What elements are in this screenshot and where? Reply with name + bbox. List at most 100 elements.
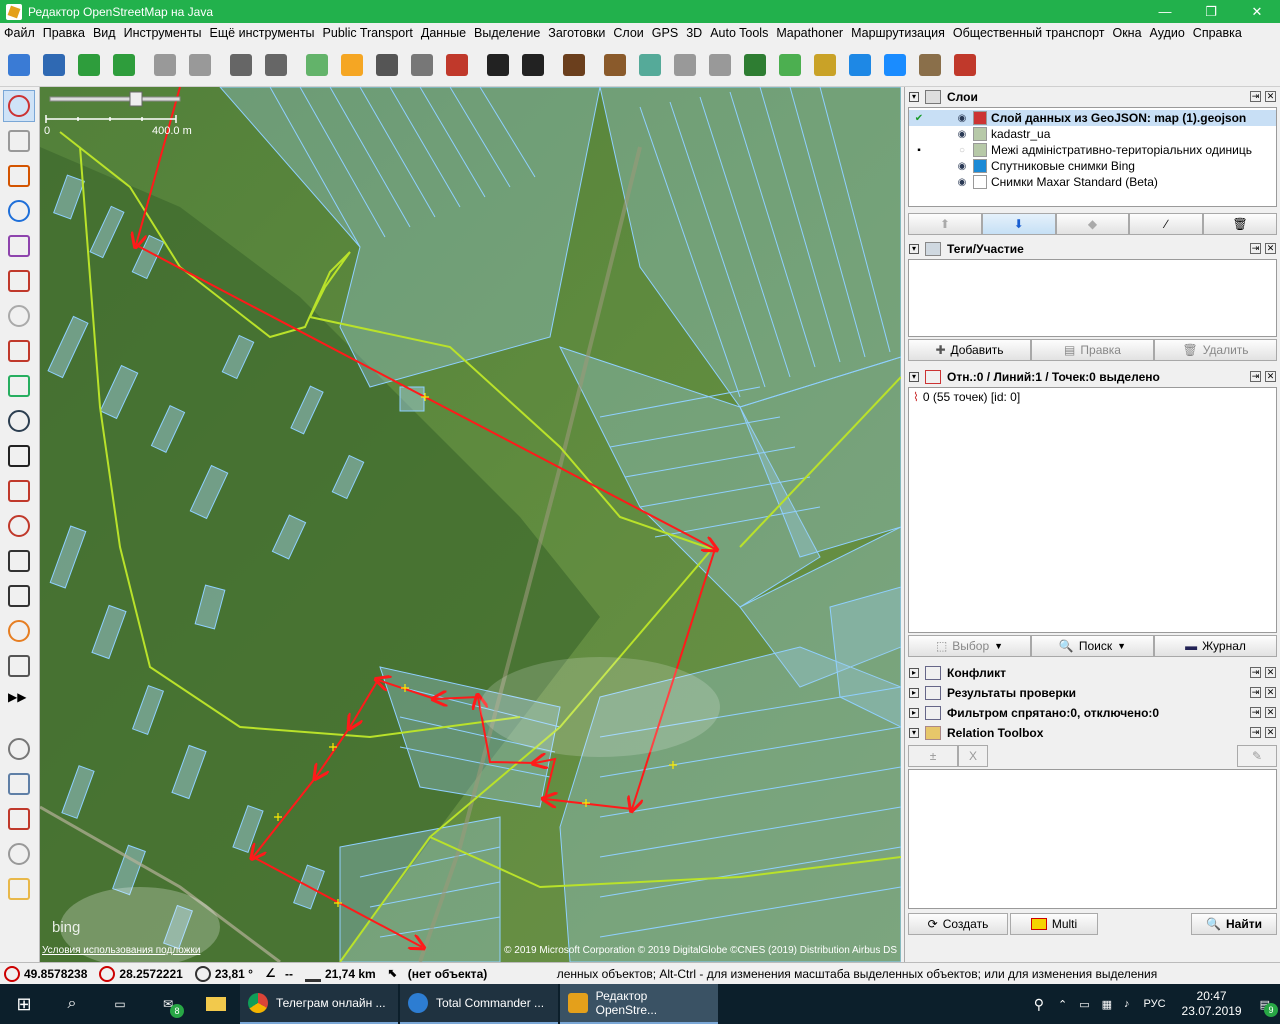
route-tool[interactable]: [3, 405, 35, 437]
save-button[interactable]: [39, 49, 69, 81]
layer-row[interactable]: ▪ ○ Межі адміністративно-територіальних од…: [909, 142, 1276, 158]
menu-item[interactable]: Маршрутизация: [847, 26, 949, 40]
add-tag-button[interactable]: ✚ Добавить: [908, 339, 1031, 361]
people-icon[interactable]: ⚲: [1034, 996, 1044, 1013]
select-tool[interactable]: [3, 90, 35, 122]
taskbar-item-telegram[interactable]: Телеграм онлайн ...: [240, 984, 398, 1024]
industrial-button[interactable]: [600, 49, 630, 81]
split-tool[interactable]: [3, 335, 35, 367]
menu-item[interactable]: Auto Tools: [706, 26, 772, 40]
task-view-button[interactable]: ▭: [96, 984, 144, 1024]
clock[interactable]: 20:47 23.07.2019: [1182, 989, 1242, 1019]
map-canvas[interactable]: [40, 87, 901, 962]
attribution-terms-link[interactable]: Условия использования подложки: [42, 945, 200, 956]
street-lamp-button[interactable]: [407, 49, 437, 81]
menu-item[interactable]: Заготовки: [544, 26, 609, 40]
close-icon[interactable]: ✕: [1265, 371, 1276, 382]
edit-tag-button[interactable]: ▤ Правка: [1031, 339, 1154, 361]
find-button[interactable]: 🔍 Найти: [1191, 913, 1277, 935]
preferences-button[interactable]: [226, 49, 256, 81]
parallel-tool[interactable]: [3, 300, 35, 332]
tool-tool[interactable]: [3, 580, 35, 612]
opacity-button[interactable]: ∕: [1129, 213, 1204, 235]
create-relation-button[interactable]: ⟳ Создать: [908, 913, 1008, 935]
expand-toggle-icon[interactable]: ▸: [909, 708, 919, 718]
expand-toggle-icon[interactable]: ▸: [909, 668, 919, 678]
menu-item[interactable]: Инструменты: [120, 26, 206, 40]
close-icon[interactable]: ✕: [1265, 727, 1276, 738]
wetland-button[interactable]: [880, 49, 910, 81]
battery-icon[interactable]: ▭: [1079, 998, 1089, 1011]
toolbox-toggle-tool[interactable]: [3, 873, 35, 905]
farmland-button[interactable]: [810, 49, 840, 81]
sync-tool[interactable]: [3, 475, 35, 507]
car-button[interactable]: [483, 49, 513, 81]
eye-icon[interactable]: ◉: [955, 177, 969, 188]
line-tool[interactable]: [3, 510, 35, 542]
minimize-button[interactable]: —: [1142, 0, 1188, 23]
taskbar-item-total-commander[interactable]: Total Commander ...: [400, 984, 558, 1024]
collapse-toggle-icon[interactable]: ▾: [909, 372, 919, 382]
collapse-toggle-icon[interactable]: ▾: [909, 92, 919, 102]
restore-button[interactable]: ❐: [1188, 0, 1234, 23]
move-up-button[interactable]: ⬆: [908, 213, 982, 235]
add-role-button[interactable]: ±: [908, 745, 958, 767]
menu-item[interactable]: Вид: [89, 26, 120, 40]
menu-item[interactable]: Справка: [1189, 26, 1246, 40]
network-icon[interactable]: ▦: [1102, 998, 1112, 1011]
map-view[interactable]: 0 400.0 m bing Условия использования под…: [40, 87, 901, 962]
selection-panel-header[interactable]: ▾ Отн.:0 / Линий:1 / Точек:0 выделено ⇥ ✕: [905, 367, 1280, 387]
menu-item[interactable]: Правка: [39, 26, 89, 40]
edit-pencil-button[interactable]: ✎: [1237, 745, 1277, 767]
detach-icon[interactable]: ⇥: [1250, 727, 1261, 738]
history-button[interactable]: ▬ Журнал: [1154, 635, 1277, 657]
relation-toolbox-header[interactable]: ▾ Relation Toolbox ⇥ ✕: [905, 723, 1280, 743]
detach-icon[interactable]: ⇥: [1250, 707, 1261, 718]
menu-item[interactable]: Аудио: [1146, 26, 1189, 40]
barrier-button[interactable]: [442, 49, 472, 81]
layer-row[interactable]: ✔ ◉ Слой данных из GeoJSON: map (1).geojso…: [909, 110, 1276, 126]
close-icon[interactable]: ✕: [1265, 243, 1276, 254]
open-button[interactable]: [4, 49, 34, 81]
building-tool[interactable]: [3, 650, 35, 682]
list-item[interactable]: ⌇ 0 (55 точек) [id: 0]: [913, 390, 1272, 404]
menu-item[interactable]: Общественный транспорт: [949, 26, 1109, 40]
zoom-slider-track[interactable]: [49, 96, 181, 102]
menu-item[interactable]: Файл: [0, 26, 39, 40]
detach-icon[interactable]: ⇥: [1250, 667, 1261, 678]
language-indicator[interactable]: РУС: [1144, 998, 1166, 1010]
recycling-button[interactable]: [635, 49, 665, 81]
multi-button[interactable]: Multi: [1010, 913, 1098, 935]
menu-item[interactable]: Mapathoner: [772, 26, 847, 40]
bus-button[interactable]: [518, 49, 548, 81]
close-button[interactable]: ✕: [1234, 0, 1280, 23]
close-icon[interactable]: ✕: [1265, 91, 1276, 102]
menu-item[interactable]: Слои: [609, 26, 647, 40]
menu-item[interactable]: Public Transport: [319, 26, 417, 40]
chevron-down-icon[interactable]: ▼: [1117, 641, 1126, 651]
delete-layer-button[interactable]: 🗑: [1203, 213, 1277, 235]
chevron-up-icon[interactable]: ⌃: [1058, 998, 1067, 1011]
lasso-tool[interactable]: [3, 125, 35, 157]
improve-way-tool[interactable]: [3, 265, 35, 297]
eye-icon[interactable]: ◉: [955, 113, 969, 124]
undo-button[interactable]: [150, 49, 180, 81]
road-button[interactable]: [372, 49, 402, 81]
notifications-icon[interactable]: ▤9: [1260, 998, 1278, 1017]
move-down-button[interactable]: ⬇: [981, 213, 1056, 235]
close-icon[interactable]: ✕: [1265, 667, 1276, 678]
eye-hidden-icon[interactable]: ○: [955, 145, 969, 156]
zoom-tool[interactable]: [3, 195, 35, 227]
eye-icon[interactable]: ◉: [955, 161, 969, 172]
search-button[interactable]: ⌕: [48, 984, 96, 1024]
mail-button[interactable]: ✉ 8: [144, 984, 192, 1024]
redo-button[interactable]: [185, 49, 215, 81]
highway-button[interactable]: [337, 49, 367, 81]
file-explorer-button[interactable]: [192, 984, 240, 1024]
collapsed-panel-header[interactable]: ▸ Конфликт ⇥ ✕: [905, 663, 1280, 683]
collapsed-panel-header[interactable]: ▸ Фильтром спрятано:0, отключено:0 ⇥ ✕: [905, 703, 1280, 723]
volume-icon[interactable]: ♪: [1124, 998, 1130, 1010]
tags-toggle-tool[interactable]: [3, 768, 35, 800]
menu-item[interactable]: Ещё инструменты: [206, 26, 319, 40]
grass-button[interactable]: [775, 49, 805, 81]
